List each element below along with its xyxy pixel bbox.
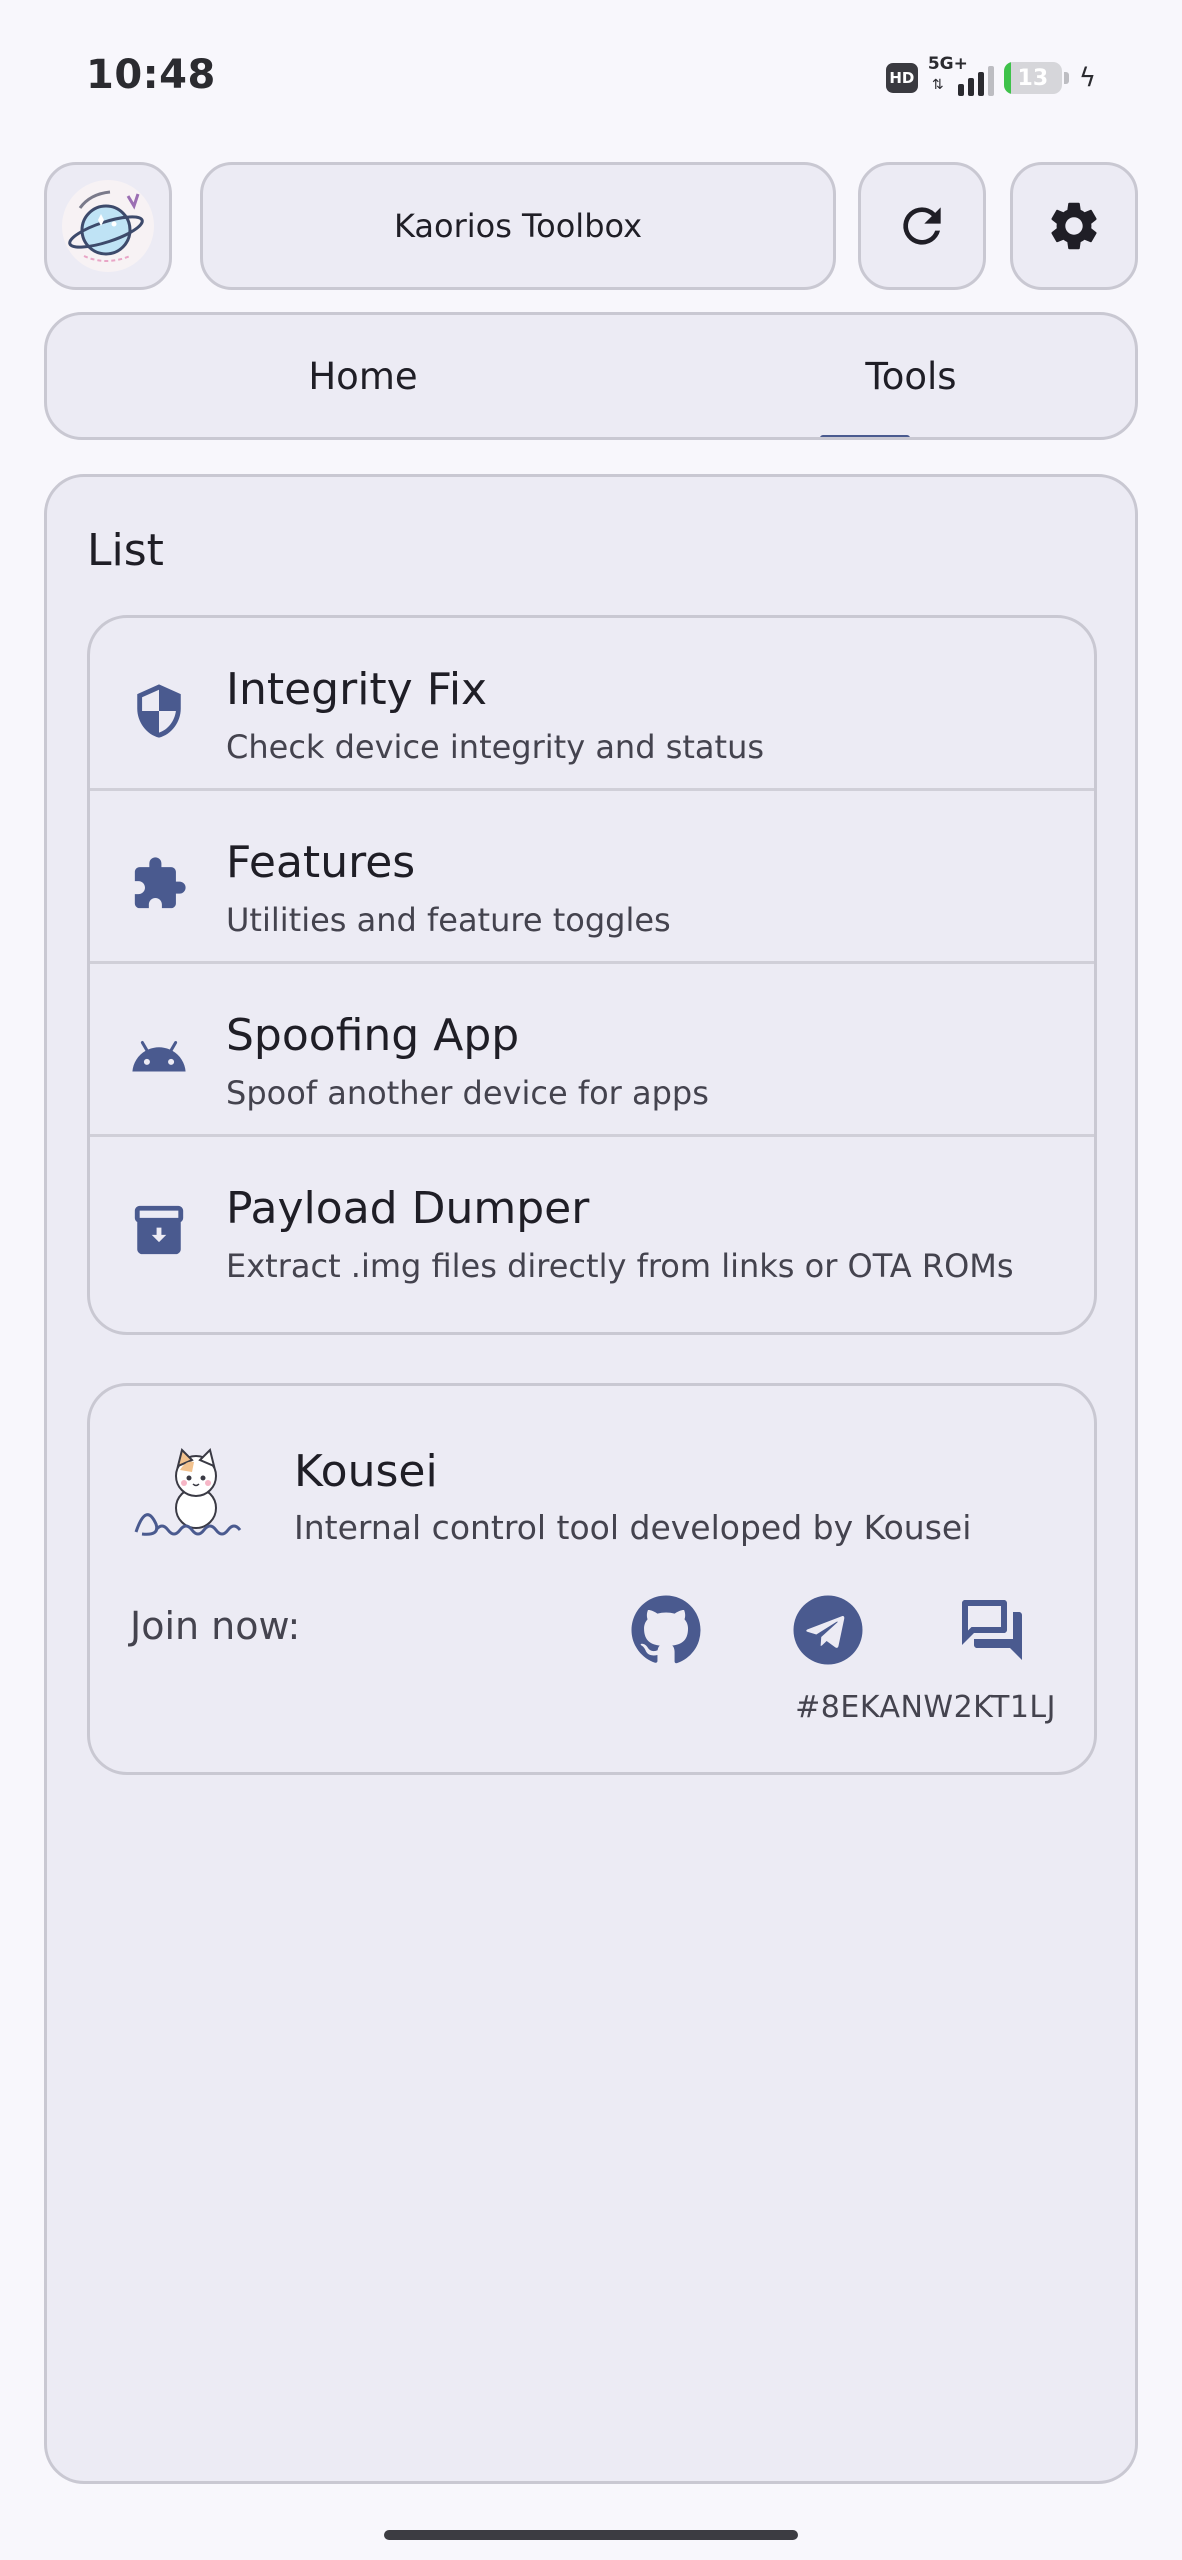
tab-bar: Home Tools <box>44 312 1138 440</box>
signal-icon: 5G+ ⇅ <box>928 54 994 100</box>
section-title: List <box>87 525 164 576</box>
kousei-cat-avatar-icon <box>134 1448 242 1536</box>
list-item-description: Utilities and feature toggles <box>226 901 671 939</box>
shield-icon <box>137 684 181 738</box>
puzzle-icon <box>134 857 186 909</box>
tools-panel: List Integrity Fix Check device integrit… <box>44 474 1138 2484</box>
data-arrows-icon: ⇅ <box>931 77 944 93</box>
list-item-integrity-fix[interactable]: Integrity Fix Check device integrity and… <box>90 618 1094 791</box>
android-icon <box>132 1040 186 1072</box>
home-indicator[interactable] <box>384 2530 798 2540</box>
list-item-description: Extract .img files directly from links o… <box>226 1247 1014 1285</box>
status-time: 10:48 <box>86 52 216 98</box>
top-bar: Kaorios Toolbox <box>44 162 1138 290</box>
kaorios-planet-logo-icon <box>62 180 154 272</box>
status-icons: HD 5G+ ⇅ 13 ϟ <box>885 54 1096 100</box>
telegram-icon[interactable] <box>792 1594 864 1666</box>
list-item-title: Payload Dumper <box>226 1183 590 1234</box>
hd-badge: HD <box>885 63 918 93</box>
join-label: Join now: <box>130 1604 301 1648</box>
archive-icon <box>134 1205 184 1255</box>
app-title-bar: Kaorios Toolbox <box>200 162 836 290</box>
battery-cap <box>1063 72 1069 84</box>
active-tab-indicator <box>820 435 910 437</box>
tab-tools[interactable]: Tools <box>761 315 1061 437</box>
chat-icon[interactable] <box>956 1594 1028 1666</box>
list-item-payload-dumper[interactable]: Payload Dumper Extract .img files direct… <box>90 1137 1094 1310</box>
refresh-icon <box>903 207 941 245</box>
battery-percent: 13 <box>1017 65 1049 91</box>
app-title: Kaorios Toolbox <box>393 207 643 245</box>
author-description: Internal control tool developed by Kouse… <box>294 1508 972 1547</box>
tool-list: Integrity Fix Check device integrity and… <box>87 615 1097 1335</box>
list-item-description: Check device integrity and status <box>226 728 765 766</box>
list-item-title: Integrity Fix <box>226 664 488 715</box>
battery-icon: 13 <box>1003 62 1062 94</box>
gear-icon <box>1051 202 1097 250</box>
list-item-features[interactable]: Features Utilities and feature toggles <box>90 791 1094 964</box>
settings-button[interactable] <box>1010 162 1138 290</box>
signal-bars-icon <box>957 66 994 96</box>
list-item-description: Spoof another device for apps <box>226 1074 709 1112</box>
author-card: Kousei Internal control tool developed b… <box>87 1383 1097 1775</box>
list-item-spoofing-app[interactable]: Spoofing App Spoof another device for ap… <box>90 964 1094 1137</box>
invite-code[interactable]: #8EKANW2KT1LJ <box>795 1690 1056 1725</box>
refresh-button[interactable] <box>858 162 986 290</box>
list-item-title: Features <box>226 837 416 888</box>
tab-home[interactable]: Home <box>213 315 513 437</box>
app-logo-button[interactable] <box>44 162 172 290</box>
battery-fill <box>1003 62 1012 94</box>
status-bar: 10:48 HD 5G+ ⇅ 13 ϟ <box>0 0 1182 150</box>
charging-icon: ϟ <box>1078 63 1096 93</box>
list-item-title: Spoofing App <box>226 1010 520 1061</box>
author-name: Kousei <box>294 1446 438 1497</box>
github-icon[interactable] <box>630 1594 702 1666</box>
